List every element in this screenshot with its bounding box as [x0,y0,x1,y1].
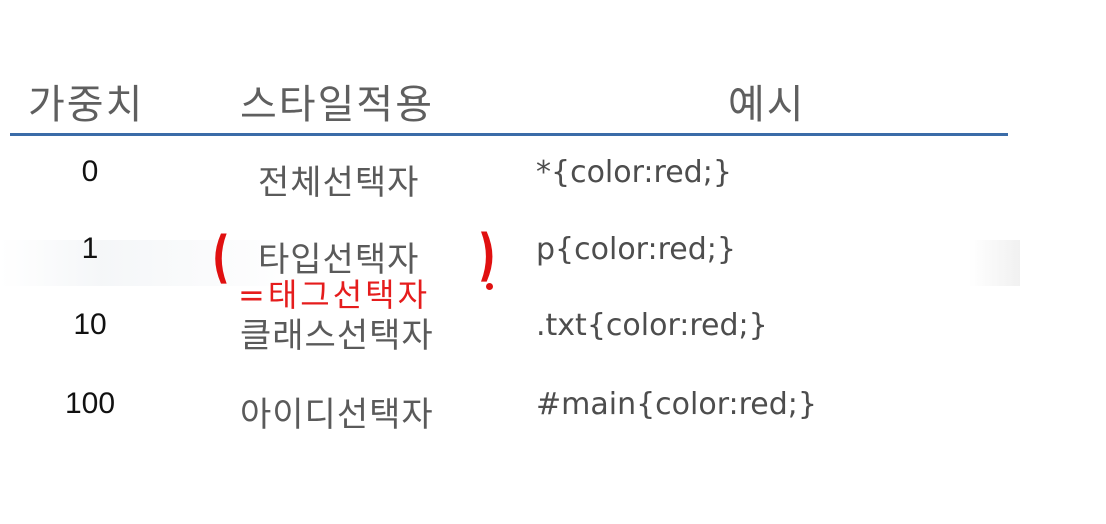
annotation-close-paren: ) [477,223,496,288]
style-cell: 아이디선택자 [240,395,434,435]
header-weight: 가중치 [28,82,145,128]
table-row: 100 아이디선택자 #main{color:red;} [0,387,1106,447]
weight-cell: 0 [81,155,99,188]
annotation-text: =태그선택자 [238,276,431,314]
weight-cell: 1 [81,232,99,265]
header-style: 스타일적용 [240,82,434,128]
example-cell: *{color:red;} [536,155,732,190]
weight-cell: 10 [73,308,107,341]
annotation-open-paren: ( [211,225,230,290]
table-row: 1 타입선택자 p{color:red;} [0,232,1106,292]
style-cell: 전체선택자 [258,163,420,203]
table-row: 10 클래스선택자 .txt{color:red;} [0,308,1106,368]
example-cell: .txt{color:red;} [536,308,768,343]
table-row: 0 전체선택자 *{color:red;} [0,155,1106,215]
weight-cell: 100 [64,387,116,420]
header-divider [10,133,1008,136]
example-cell: p{color:red;} [536,232,736,267]
header-example: 예시 [728,82,806,128]
example-cell: #main{color:red;} [536,387,818,422]
